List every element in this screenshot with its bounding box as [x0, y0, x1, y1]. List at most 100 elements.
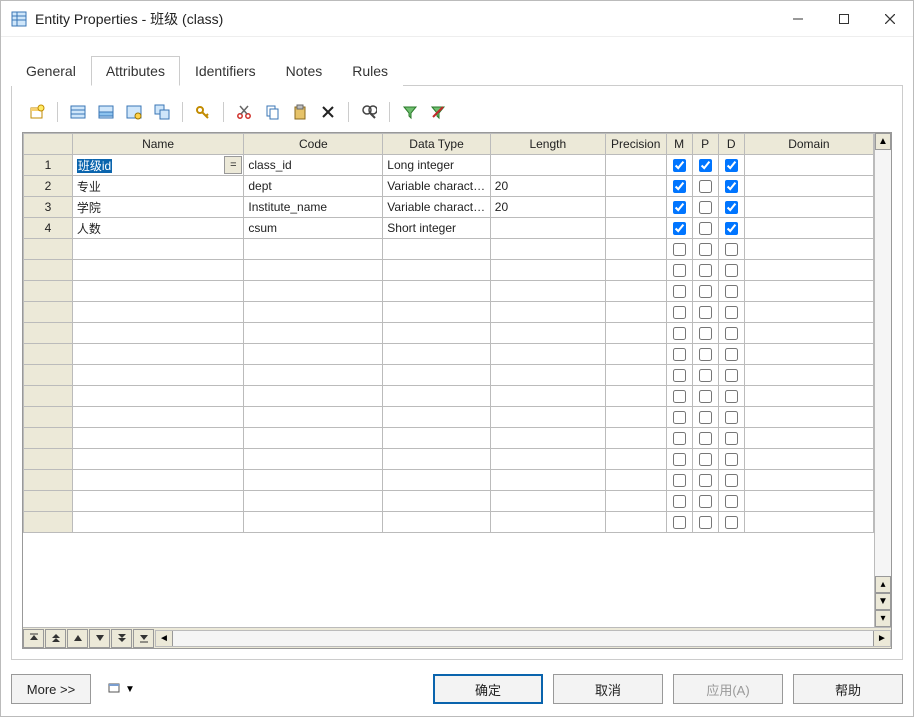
code-cell[interactable]: dept [244, 176, 383, 197]
checkbox[interactable] [673, 327, 686, 340]
row-number[interactable] [24, 260, 73, 281]
primary-cell[interactable] [692, 281, 718, 302]
code-cell[interactable] [244, 365, 383, 386]
code-cell[interactable] [244, 323, 383, 344]
row-number[interactable] [24, 344, 73, 365]
primary-cell[interactable] [692, 218, 718, 239]
table-row[interactable]: 4人数csumShort integer [24, 218, 874, 239]
checkbox[interactable] [699, 369, 712, 382]
mandatory-cell[interactable] [666, 386, 692, 407]
table-row[interactable] [24, 302, 874, 323]
length-cell[interactable] [490, 323, 605, 344]
horizontal-scrollbar[interactable]: ◄ ► [155, 630, 891, 647]
displayed-cell[interactable] [718, 407, 744, 428]
table-row[interactable]: 3学院Institute_nameVariable characters20 [24, 197, 874, 218]
domain-cell[interactable] [744, 512, 873, 533]
domain-cell[interactable] [744, 449, 873, 470]
checkbox[interactable] [725, 285, 738, 298]
name-cell[interactable] [72, 407, 244, 428]
row-number[interactable] [24, 428, 73, 449]
checkbox[interactable] [699, 159, 712, 172]
domain-cell[interactable] [744, 176, 873, 197]
domain-cell[interactable] [744, 386, 873, 407]
name-cell[interactable] [72, 470, 244, 491]
length-cell[interactable] [490, 344, 605, 365]
table-row[interactable] [24, 407, 874, 428]
primary-cell[interactable] [692, 176, 718, 197]
col-header[interactable]: P [692, 134, 718, 155]
checkbox[interactable] [699, 474, 712, 487]
checkbox[interactable] [699, 411, 712, 424]
domain-cell[interactable] [744, 197, 873, 218]
replicate-icon[interactable] [149, 100, 175, 124]
length-cell[interactable]: 20 [490, 197, 605, 218]
tab-notes[interactable]: Notes [271, 56, 338, 86]
checkbox[interactable] [673, 453, 686, 466]
precision-cell[interactable] [605, 470, 666, 491]
minimize-button[interactable] [775, 1, 821, 36]
properties-icon[interactable] [121, 100, 147, 124]
primary-cell[interactable] [692, 470, 718, 491]
mandatory-cell[interactable] [666, 407, 692, 428]
displayed-cell[interactable] [718, 260, 744, 281]
datatype-cell[interactable]: Short integer [383, 218, 490, 239]
displayed-cell[interactable] [718, 155, 744, 176]
datatype-cell[interactable] [383, 491, 490, 512]
mandatory-cell[interactable] [666, 323, 692, 344]
length-cell[interactable] [490, 449, 605, 470]
name-cell[interactable] [72, 365, 244, 386]
scroll-home-icon[interactable]: ▴ [875, 576, 891, 593]
length-cell[interactable] [490, 239, 605, 260]
primary-cell[interactable] [692, 449, 718, 470]
datatype-cell[interactable]: Variable characters [383, 197, 490, 218]
precision-cell[interactable] [605, 491, 666, 512]
checkbox[interactable] [725, 327, 738, 340]
datatype-cell[interactable] [383, 512, 490, 533]
length-cell[interactable] [490, 407, 605, 428]
precision-cell[interactable] [605, 449, 666, 470]
col-header[interactable]: Precision [605, 134, 666, 155]
primary-cell[interactable] [692, 491, 718, 512]
add-row-icon[interactable] [93, 100, 119, 124]
displayed-cell[interactable] [718, 302, 744, 323]
primary-cell[interactable] [692, 302, 718, 323]
primary-cell[interactable] [692, 428, 718, 449]
checkbox[interactable] [725, 495, 738, 508]
domain-cell[interactable] [744, 260, 873, 281]
name-cell[interactable] [72, 260, 244, 281]
tab-rules[interactable]: Rules [337, 56, 403, 86]
checkbox[interactable] [673, 369, 686, 382]
name-cell[interactable] [72, 302, 244, 323]
checkbox[interactable] [725, 222, 738, 235]
table-row[interactable] [24, 281, 874, 302]
mandatory-cell[interactable] [666, 239, 692, 260]
datatype-cell[interactable] [383, 302, 490, 323]
name-cell[interactable] [72, 323, 244, 344]
mandatory-cell[interactable] [666, 428, 692, 449]
checkbox[interactable] [699, 243, 712, 256]
col-header[interactable]: Length [490, 134, 605, 155]
checkbox[interactable] [673, 432, 686, 445]
precision-cell[interactable] [605, 302, 666, 323]
move-up-icon[interactable] [67, 629, 88, 648]
checkbox[interactable] [699, 285, 712, 298]
precision-cell[interactable] [605, 155, 666, 176]
datatype-cell[interactable] [383, 260, 490, 281]
displayed-cell[interactable] [718, 470, 744, 491]
name-cell[interactable]: 专业 [72, 176, 244, 197]
checkbox[interactable] [673, 474, 686, 487]
checkbox[interactable] [725, 306, 738, 319]
table-row[interactable]: 2专业deptVariable characters20 [24, 176, 874, 197]
checkbox[interactable] [725, 180, 738, 193]
ok-button[interactable]: 确定 [433, 674, 543, 704]
displayed-cell[interactable] [718, 323, 744, 344]
mandatory-cell[interactable] [666, 512, 692, 533]
find-icon[interactable] [356, 100, 382, 124]
checkbox[interactable] [673, 390, 686, 403]
code-cell[interactable] [244, 386, 383, 407]
mandatory-cell[interactable] [666, 260, 692, 281]
row-number[interactable]: 2 [24, 176, 73, 197]
code-cell[interactable] [244, 512, 383, 533]
length-cell[interactable] [490, 491, 605, 512]
checkbox[interactable] [699, 390, 712, 403]
